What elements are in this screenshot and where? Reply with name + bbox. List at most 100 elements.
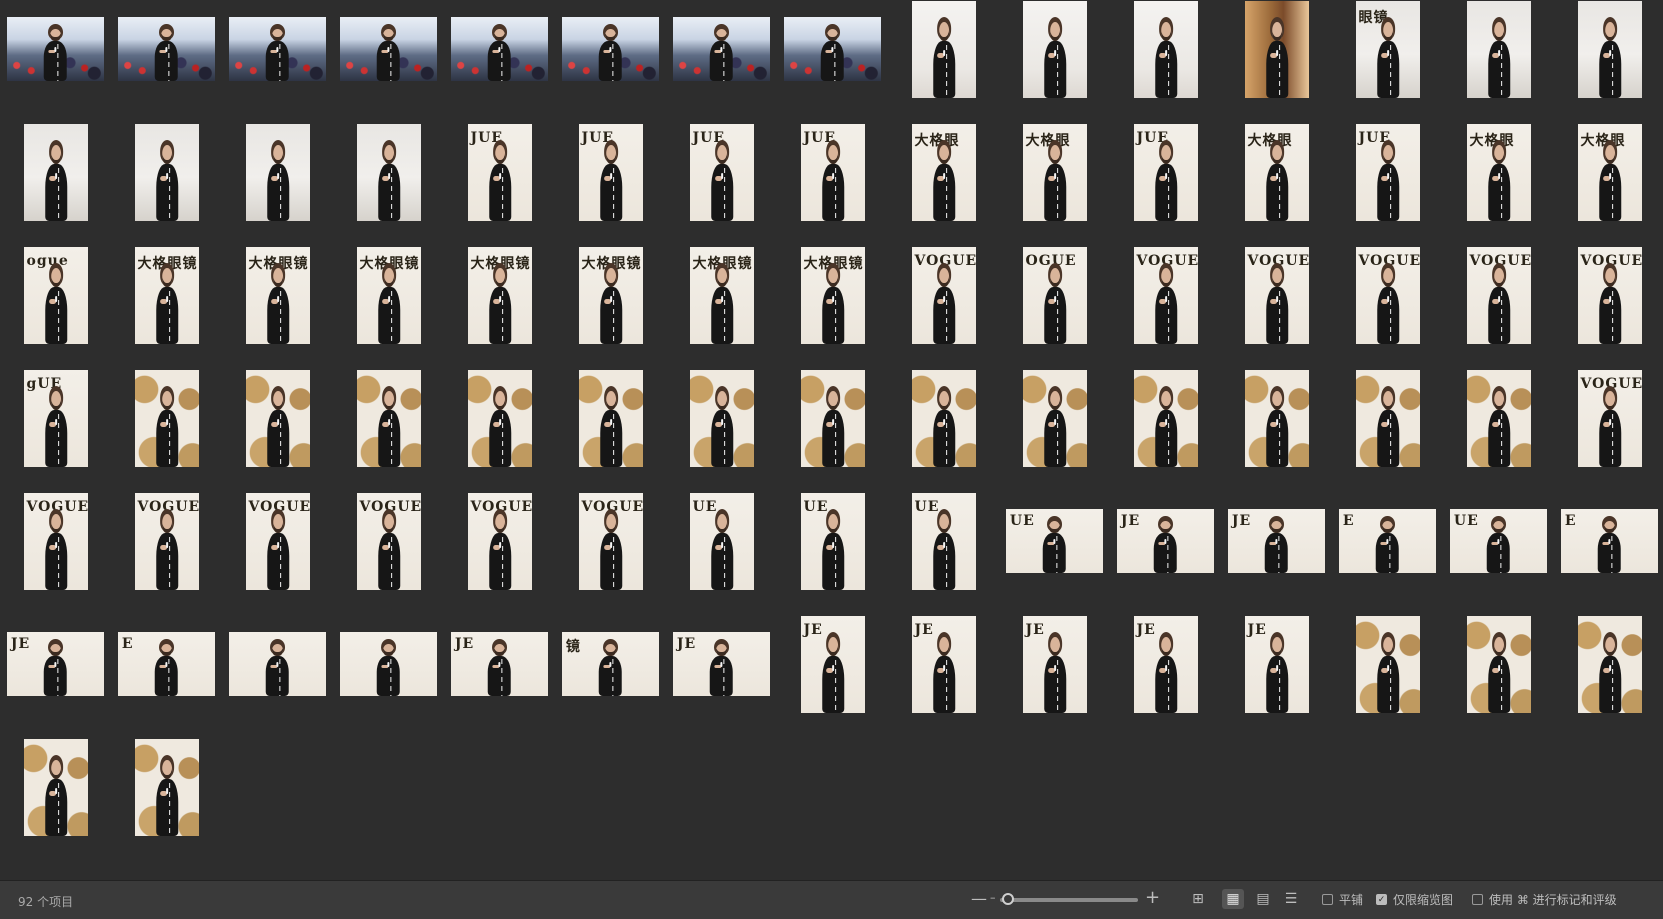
thumbnail[interactable] [690, 370, 754, 467]
thumbnail[interactable]: VOGUE [468, 493, 532, 590]
thumbnail[interactable] [24, 124, 88, 221]
thumbnail[interactable]: 大格眼镜 [246, 247, 310, 344]
tile-option[interactable]: 平铺 [1322, 891, 1363, 908]
thumbnail[interactable] [118, 17, 215, 81]
thumbnail[interactable]: 大格眼镜 [579, 247, 643, 344]
rating-option[interactable]: 使用 ⌘ 进行标记和评级 [1472, 891, 1617, 908]
thumbnail[interactable]: JE [1134, 616, 1198, 713]
thumbnail[interactable]: VOGUE [579, 493, 643, 590]
thumbnail[interactable]: VOGUE [357, 493, 421, 590]
thumbnail[interactable] [246, 370, 310, 467]
thumbnail[interactable]: UE [690, 493, 754, 590]
thumbnail[interactable]: UE [1006, 509, 1103, 573]
thumbnail[interactable]: JUE [579, 124, 643, 221]
thumbnail[interactable] [1578, 616, 1642, 713]
thumbnail[interactable] [912, 370, 976, 467]
thumbnail[interactable]: JE [1023, 616, 1087, 713]
thumbnail[interactable]: JE [7, 632, 104, 696]
thumbnail[interactable] [801, 370, 865, 467]
thumbnail[interactable] [1134, 370, 1198, 467]
thumbnail[interactable] [229, 632, 326, 696]
thumbnail[interactable]: 大格眼 [1023, 124, 1087, 221]
zoom-slider[interactable] [1000, 898, 1138, 902]
rating-checkbox[interactable] [1472, 894, 1483, 905]
large-grid-view-icon[interactable]: ▦ [1222, 889, 1244, 909]
thumbnail[interactable]: E [1339, 509, 1436, 573]
thumbnail[interactable]: 大格眼镜 [135, 247, 199, 344]
tile-checkbox[interactable] [1322, 894, 1333, 905]
thumbnail[interactable] [451, 17, 548, 81]
thumbnail[interactable]: JE [1117, 509, 1214, 573]
thumbnail[interactable] [912, 1, 976, 98]
thumbnail[interactable]: OGUE [1023, 247, 1087, 344]
thumbnail[interactable]: VOGUE [1578, 247, 1642, 344]
thumbnail[interactable]: 大格眼镜 [801, 247, 865, 344]
thumbnail[interactable] [1578, 1, 1642, 98]
zoom-out-icon[interactable]: — [971, 889, 987, 908]
thumbnail[interactable] [357, 370, 421, 467]
thumbnail[interactable] [246, 124, 310, 221]
thumbnail[interactable]: JUE [801, 124, 865, 221]
thumbnail[interactable] [673, 17, 770, 81]
thumbnail[interactable]: VOGUE [1245, 247, 1309, 344]
thumbnail[interactable]: VOGUE [912, 247, 976, 344]
list-view-icon[interactable]: ☰ [1280, 889, 1302, 909]
thumbnail[interactable]: VOGUE [1356, 247, 1420, 344]
thumbnail[interactable]: VOGUE [1467, 247, 1531, 344]
zoom-in-icon[interactable]: + [1145, 887, 1160, 908]
thumbnail[interactable] [135, 370, 199, 467]
thumbnail[interactable] [1356, 370, 1420, 467]
thumbnail[interactable]: JUE [468, 124, 532, 221]
thumbnail[interactable] [1467, 370, 1531, 467]
thumbnail[interactable] [135, 124, 199, 221]
thumbnail[interactable]: JE [1228, 509, 1325, 573]
thumbnail[interactable] [562, 17, 659, 81]
thumbnail[interactable] [340, 17, 437, 81]
thumbnail[interactable]: E [118, 632, 215, 696]
thumbnail[interactable] [340, 632, 437, 696]
zoom-slider-knob[interactable] [1002, 893, 1014, 905]
thumbnail[interactable]: 大格眼镜 [357, 247, 421, 344]
thumbnail[interactable]: 大格眼 [1245, 124, 1309, 221]
thumbnail[interactable]: E [1561, 509, 1658, 573]
thumbs-only-option[interactable]: ✓ 仅限缩览图 [1376, 891, 1453, 908]
thumbnail[interactable] [24, 739, 88, 836]
thumbnail[interactable] [1245, 1, 1309, 98]
thumbnail[interactable]: JE [673, 632, 770, 696]
thumbnail[interactable]: JE [801, 616, 865, 713]
thumbnail[interactable]: UE [912, 493, 976, 590]
thumbnail[interactable]: JE [912, 616, 976, 713]
thumbnail[interactable] [229, 17, 326, 81]
thumbnail[interactable] [468, 370, 532, 467]
thumbnail[interactable] [784, 17, 881, 81]
thumbnail[interactable]: JE [1245, 616, 1309, 713]
thumbnail[interactable] [135, 739, 199, 836]
thumbnail[interactable] [579, 370, 643, 467]
thumbnail[interactable] [1134, 1, 1198, 98]
thumbnail[interactable] [1245, 370, 1309, 467]
thumbs-only-checkbox[interactable]: ✓ [1376, 894, 1387, 905]
thumbnail[interactable]: 镜 [562, 632, 659, 696]
thumbnail[interactable]: JUE [1134, 124, 1198, 221]
thumbnail[interactable]: 大格眼 [1467, 124, 1531, 221]
thumbnail[interactable] [1356, 616, 1420, 713]
thumbnail[interactable]: VOGUE [1578, 370, 1642, 467]
thumbnail[interactable]: VOGUE [24, 493, 88, 590]
thumbnail[interactable]: ogue [24, 247, 88, 344]
thumbnail[interactable] [7, 17, 104, 81]
thumbnail[interactable] [1467, 1, 1531, 98]
thumbnail[interactable]: UE [801, 493, 865, 590]
thumbnail[interactable]: 大格眼镜 [468, 247, 532, 344]
thumbnail[interactable]: 大格眼镜 [690, 247, 754, 344]
thumbnail[interactable]: VOGUE [246, 493, 310, 590]
thumbnail[interactable] [357, 124, 421, 221]
thumbnail[interactable]: 眼镜 [1356, 1, 1420, 98]
thumbnail[interactable] [1467, 616, 1531, 713]
thumbnail[interactable] [1023, 370, 1087, 467]
thumbnail[interactable]: 大格眼 [1578, 124, 1642, 221]
thumbnail[interactable] [1023, 1, 1087, 98]
thumbnail[interactable]: VOGUE [135, 493, 199, 590]
thumbnail[interactable]: VOGUE [1134, 247, 1198, 344]
thumbnail[interactable]: gUE [24, 370, 88, 467]
thumbnail[interactable]: UE [1450, 509, 1547, 573]
